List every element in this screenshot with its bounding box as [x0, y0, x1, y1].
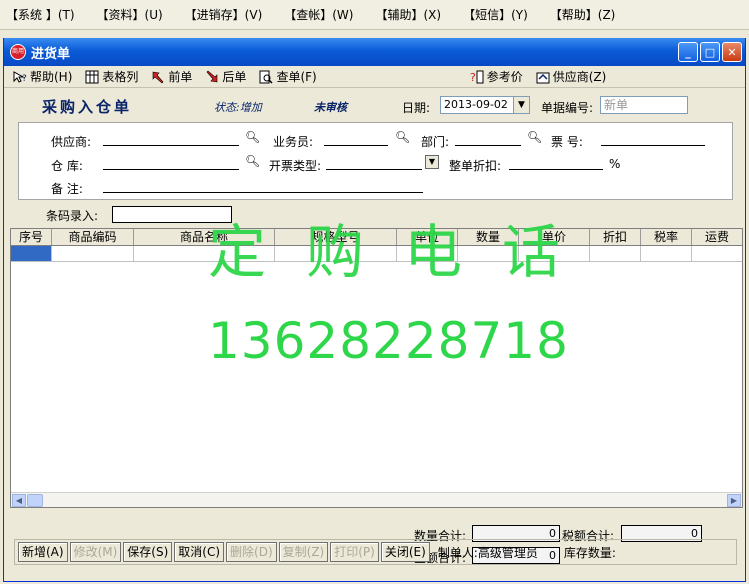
dept-field-label: 部门: [421, 135, 450, 149]
col-header[interactable]: 商品编码 [52, 229, 134, 245]
search-icon[interactable]: 🔍︎ [245, 154, 260, 168]
arrow-up-left-icon [150, 69, 166, 85]
supplier-icon [535, 69, 551, 85]
app-icon: 商用 [10, 44, 26, 60]
cancel-button[interactable]: 取消(C) [174, 542, 225, 562]
doc-number-label: 单据编号: [541, 101, 594, 115]
supplier-label: 供应商(Z) [552, 70, 607, 84]
horizontal-scrollbar[interactable]: ◀ ▶ [11, 492, 742, 507]
arrow-down-right-icon [204, 69, 220, 85]
salesman-field[interactable] [324, 132, 388, 146]
date-picker[interactable]: 2013-09-02 ▼ [440, 96, 530, 114]
percent-sign: % [609, 157, 621, 171]
help-button[interactable]: ? 帮助(H) [12, 68, 72, 85]
scroll-right-icon[interactable]: ▶ [727, 494, 741, 507]
remark-field-label: 备 注: [51, 182, 83, 196]
columns-button[interactable]: 表格列 [84, 68, 138, 85]
discount-label: 整单折扣: [449, 159, 502, 173]
print-button[interactable]: 打印(P) [330, 542, 379, 562]
next-button[interactable]: 后单 [204, 68, 246, 85]
maximize-button[interactable]: □ [700, 42, 720, 62]
maker-text: 制单人:高级管理员 [437, 545, 538, 560]
salesman-field-label: 业务员: [273, 135, 314, 149]
edit-button[interactable]: 修改(M) [69, 542, 122, 562]
table-cell[interactable] [641, 246, 692, 261]
find-label: 查单(F) [276, 70, 317, 84]
remark-field[interactable] [103, 179, 423, 193]
action-bar: 新增(A) 修改(M) 保存(S) 取消(C) 删除(D) 复制(Z) 打印(P… [14, 539, 737, 565]
chevron-down-icon[interactable]: ▼ [425, 155, 439, 169]
refprice-label: 参考价 [486, 70, 523, 84]
prev-label: 前单 [168, 70, 193, 84]
table-cell[interactable] [11, 246, 52, 261]
title-bar[interactable]: 商用 进货单 _ □ ✕ [4, 38, 745, 66]
find-button[interactable]: 查单(F) [258, 68, 317, 85]
supplier-button[interactable]: 供应商(Z) [535, 68, 607, 85]
search-icon[interactable]: 🔍︎ [527, 130, 542, 144]
col-header[interactable]: 序号 [11, 229, 52, 245]
warehouse-field[interactable] [103, 156, 239, 170]
ticket-field-label: 票 号: [551, 135, 583, 149]
stock-quantity-label: 库存数量: [563, 545, 616, 560]
table-columns-icon [84, 69, 100, 85]
close-window-button[interactable]: ✕ [722, 42, 742, 62]
prev-button[interactable]: 前单 [150, 68, 192, 85]
audit-status: 未审核 [314, 101, 347, 114]
doc-number-field[interactable]: 新单 [600, 96, 688, 114]
supplier-field-label: 供应商: [51, 135, 92, 149]
menu-data[interactable]: 【资料】(U) [97, 6, 163, 23]
watermark-phone-label: 定购电话 [208, 218, 601, 286]
find-doc-icon [258, 69, 274, 85]
document-title: 采购入仓单 [42, 98, 133, 116]
menubar: 【系统 】(T) 【资料】(U) 【进销存】(V) 【查帐】(W) 【辅助】(X… [0, 0, 749, 30]
toolbar: ? 帮助(H) 表格列 前单 后单 查单(F) ? 参考价 供应商(Z) [4, 66, 745, 88]
menu-help[interactable]: 【帮助】(Z) [550, 6, 616, 23]
scroll-left-icon[interactable]: ◀ [12, 494, 26, 507]
close-button[interactable]: 关闭(E) [380, 542, 430, 562]
supplier-field[interactable] [103, 132, 239, 146]
new-button[interactable]: 新增(A) [18, 542, 68, 562]
discount-field[interactable] [509, 156, 603, 170]
help-icon: ? [12, 69, 28, 85]
svg-text:?: ? [470, 71, 476, 84]
search-icon[interactable]: 🔍︎ [395, 130, 410, 144]
next-label: 后单 [222, 70, 247, 84]
scroll-thumb[interactable] [27, 494, 43, 507]
invoice-type-label: 开票类型: [269, 159, 322, 173]
form-panel: 供应商: 🔍︎ 业务员: 🔍︎ 部门: 🔍︎ 票 号: 仓 库: 🔍︎ 开票类型… [18, 122, 733, 200]
warehouse-field-label: 仓 库: [51, 159, 83, 173]
copy-button[interactable]: 复制(Z) [278, 542, 329, 562]
date-label: 日期: [402, 101, 431, 115]
columns-label: 表格列 [102, 70, 139, 84]
menu-system[interactable]: 【系统 】(T) [6, 6, 75, 23]
watermark-phone-number: 13628228718 [208, 312, 569, 370]
col-header[interactable]: 运费 [692, 229, 742, 245]
invoice-type-select[interactable] [326, 156, 422, 170]
purchase-window: 商用 进货单 _ □ ✕ ? 帮助(H) 表格列 前单 后单 查单(F) ? 参… [3, 38, 746, 582]
status-text: 状态:增加 [214, 101, 262, 114]
menu-sms[interactable]: 【短信】(Y) [463, 6, 528, 23]
chevron-down-icon[interactable]: ▼ [513, 97, 529, 113]
date-value: 2013-09-02 [444, 98, 508, 111]
document-header: 采购入仓单 状态:增加 未审核 日期: 2013-09-02 ▼ 单据编号: 新… [10, 93, 740, 119]
help-label: 帮助(H) [30, 70, 73, 84]
svg-text:?: ? [22, 74, 27, 84]
refprice-button[interactable]: ? 参考价 [469, 68, 523, 85]
ticket-field[interactable] [601, 132, 705, 146]
table-cell[interactable] [692, 246, 742, 261]
menu-accounts[interactable]: 【查帐】(W) [284, 6, 353, 23]
minimize-button[interactable]: _ [678, 42, 698, 62]
menu-inventory[interactable]: 【进销存】(V) [185, 6, 263, 23]
table-cell[interactable] [52, 246, 134, 261]
barcode-label: 条码录入: [46, 209, 99, 223]
search-icon[interactable]: 🔍︎ [245, 130, 260, 144]
refprice-icon: ? [469, 69, 485, 85]
save-button[interactable]: 保存(S) [123, 542, 173, 562]
menu-tools[interactable]: 【辅助】(X) [375, 6, 441, 23]
dept-field[interactable] [455, 132, 521, 146]
window-title: 进货单 [31, 46, 71, 62]
delete-button[interactable]: 删除(D) [226, 542, 277, 562]
col-header[interactable]: 税率 [641, 229, 692, 245]
